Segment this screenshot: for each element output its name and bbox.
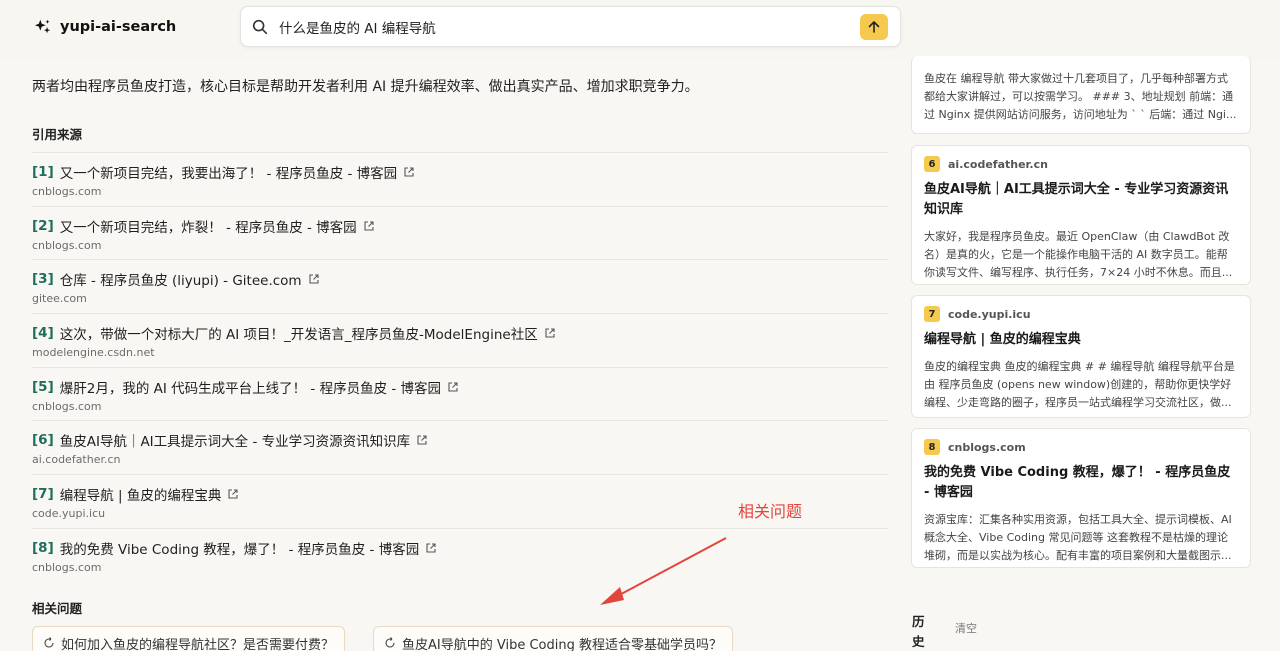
source-title[interactable]: 仓库 - 程序员鱼皮 (liyupi) - Gitee.com <box>60 269 302 289</box>
source-card-partial[interactable]: 鱼皮在 编程导航 带大家做过十几套项目了，几乎每种部署方式都给大家讲解过，可以按… <box>911 56 1251 134</box>
source-num: [4] <box>32 325 54 342</box>
source-num: [5] <box>32 378 54 395</box>
external-link-icon <box>364 221 374 231</box>
card-title[interactable]: 编程导航 | 鱼皮的编程宝典 <box>924 330 1238 350</box>
source-item[interactable]: [2] 又一个新项目完结，炸裂！ - 程序员鱼皮 - 博客园 cnblogs.co… <box>32 205 888 260</box>
source-item[interactable]: [3] 仓库 - 程序员鱼皮 (liyupi) - Gitee.com gitee… <box>32 259 888 313</box>
history-heading: 历史 <box>912 614 925 649</box>
external-link-icon <box>228 489 238 499</box>
external-link-icon <box>448 382 458 392</box>
source-card[interactable]: 6 ai.codefather.cn 鱼皮AI导航｜AI工具提示词大全 - 专业学… <box>911 145 1251 285</box>
card-snippet: 鱼皮的编程宝典 鱼皮的编程宝典 # # 编程导航 编程导航平台是由 程序员鱼皮 … <box>924 360 1235 409</box>
source-num: [7] <box>32 486 54 503</box>
top-bar: yupi-ai-search 什么是鱼皮的 AI 编程导航 <box>0 0 1280 60</box>
source-title[interactable]: 又一个新项目完结，我要出海了！ - 程序员鱼皮 - 博客园 <box>60 162 397 182</box>
clear-history-button[interactable]: 清空 <box>955 620 977 636</box>
search-icon <box>252 19 268 35</box>
source-title[interactable]: 编程导航 | 鱼皮的编程宝典 <box>60 484 222 504</box>
source-num: [6] <box>32 432 54 449</box>
source-num: [3] <box>32 271 54 288</box>
source-item[interactable]: [6] 鱼皮AI导航｜AI工具提示词大全 - 专业学习资源资讯知识库 ai.cod… <box>32 420 888 474</box>
card-title[interactable]: 鱼皮AI导航｜AI工具提示词大全 - 专业学习资源资讯知识库 <box>924 180 1238 220</box>
search-bar[interactable]: 什么是鱼皮的 AI 编程导航 <box>240 6 901 47</box>
source-title[interactable]: 这次，带做一个对标大厂的 AI 项目！_开发语言_程序员鱼皮-ModelEngi… <box>60 323 538 343</box>
source-card[interactable]: 8 cnblogs.com 我的免费 Vibe Coding 教程，爆了！ - 程… <box>911 428 1251 568</box>
card-snippet: 资源宝库：汇集各种实用资源，包括工具大全、提示词模板、AI 概念大全、Vibe … <box>924 513 1232 562</box>
source-card[interactable]: 7 code.yupi.icu 编程导航 | 鱼皮的编程宝典 鱼皮的编程宝典 鱼皮… <box>911 295 1251 418</box>
card-title[interactable]: 我的免费 Vibe Coding 教程，爆了！ - 程序员鱼皮 - 博客园 <box>924 463 1238 503</box>
source-domain: cnblogs.com <box>32 399 102 413</box>
source-domain: cnblogs.com <box>32 560 102 574</box>
external-link-icon <box>417 435 427 445</box>
source-domain: gitee.com <box>32 292 87 306</box>
related-question-chip[interactable]: 如何加入鱼皮的编程导航社区？是否需要付费？ <box>32 626 346 651</box>
annotation-label: 相关问题 <box>738 502 803 521</box>
source-item[interactable]: [5] 爆肝2月，我的 AI 代码生成平台上线了！ - 程序员鱼皮 - 博客园 c… <box>32 366 888 421</box>
annotation-arrow <box>600 537 727 605</box>
card-domain: code.yupi.icu <box>948 307 1031 321</box>
related-heading: 相关问题 <box>32 601 83 616</box>
source-item[interactable]: [4] 这次，带做一个对标大厂的 AI 项目！_开发语言_程序员鱼皮-ModelE… <box>32 313 888 367</box>
source-title[interactable]: 爆肝2月，我的 AI 代码生成平台上线了！ - 程序员鱼皮 - 博客园 <box>60 377 441 397</box>
card-number-badge: 6 <box>924 156 940 172</box>
source-domain: ai.codefather.cn <box>32 453 121 467</box>
source-num: [2] <box>32 217 54 234</box>
app-logo[interactable]: yupi-ai-search <box>34 16 176 38</box>
source-item[interactable]: [8] 我的免费 Vibe Coding 教程，爆了！ - 程序员鱼皮 - 博客园… <box>32 527 888 582</box>
search-input[interactable]: 什么是鱼皮的 AI 编程导航 <box>279 17 436 37</box>
sparkle-icon <box>34 19 51 34</box>
answer-summary: 两者均由程序员鱼皮打造，核心目标是帮助开发者利用 AI 提升编程效率、做出真实产… <box>32 79 699 95</box>
related-question-text: 如何加入鱼皮的编程导航社区？是否需要付费？ <box>61 637 335 651</box>
card-domain: cnblogs.com <box>948 440 1026 454</box>
related-question-chip[interactable]: 鱼皮AI导航中的 Vibe Coding 教程适合零基础学员吗？ <box>373 626 733 651</box>
source-num: [1] <box>32 164 54 180</box>
card-number-badge: 7 <box>924 306 940 322</box>
submit-button[interactable] <box>860 14 888 40</box>
source-num: [8] <box>32 539 54 556</box>
source-title[interactable]: 我的免费 Vibe Coding 教程，爆了！ - 程序员鱼皮 - 博客园 <box>60 538 419 558</box>
sources-heading: 引用来源 <box>32 127 83 142</box>
external-link-icon <box>309 274 319 284</box>
external-link-icon <box>545 328 555 338</box>
refresh-icon <box>385 637 395 648</box>
external-link-icon <box>426 543 436 553</box>
external-link-icon <box>404 167 414 177</box>
arrow-up-icon <box>868 21 880 33</box>
card-snippet: 大家好，我是程序员鱼皮。最近 OpenClaw（由 ClawdBot 改名）是真… <box>924 230 1233 279</box>
source-title[interactable]: 鱼皮AI导航｜AI工具提示词大全 - 专业学习资源资讯知识库 <box>60 430 410 450</box>
refresh-icon <box>44 637 54 648</box>
source-domain: cnblogs.com <box>32 238 102 252</box>
source-title[interactable]: 又一个新项目完结，炸裂！ - 程序员鱼皮 - 博客园 <box>60 216 357 236</box>
source-domain: cnblogs.com <box>32 185 102 198</box>
source-item[interactable]: [1] 又一个新项目完结，我要出海了！ - 程序员鱼皮 - 博客园 cnblogs… <box>32 152 888 206</box>
related-question-text: 鱼皮AI导航中的 Vibe Coding 教程适合零基础学员吗？ <box>402 637 722 651</box>
card-number-badge: 8 <box>924 439 940 455</box>
source-domain: modelengine.csdn.net <box>32 346 155 360</box>
card-snippet: 鱼皮在 编程导航 带大家做过十几套项目了，几乎每种部署方式都给大家讲解过，可以按… <box>924 72 1237 121</box>
card-domain: ai.codefather.cn <box>948 157 1048 171</box>
app-name: yupi-ai-search <box>60 19 177 35</box>
